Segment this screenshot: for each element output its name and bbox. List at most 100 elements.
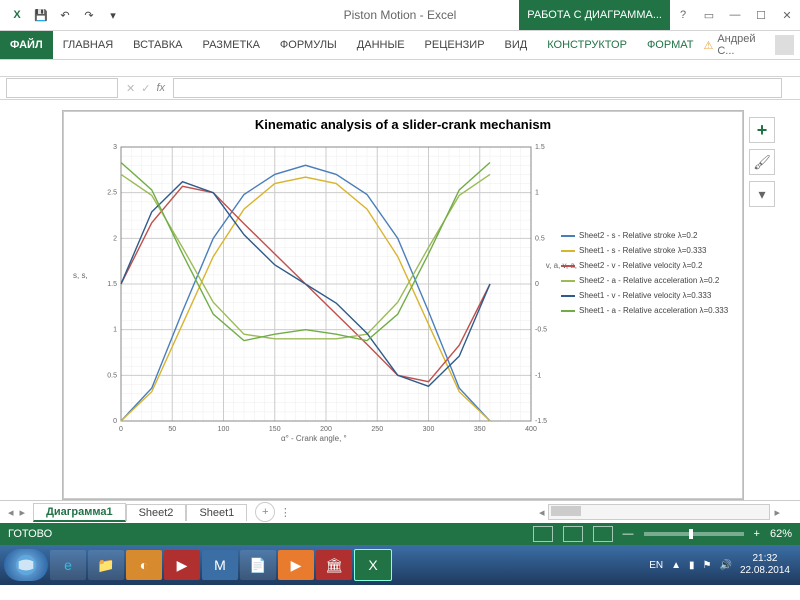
redo-button[interactable]: ↷ (78, 4, 100, 26)
view-page-break-button[interactable] (593, 526, 613, 542)
svg-text:350: 350 (474, 426, 486, 433)
tab-view[interactable]: ВИД (495, 31, 538, 59)
window-title: Piston Motion - Excel (344, 8, 457, 22)
tray-network-icon[interactable]: ▮ (689, 560, 695, 571)
tray-action-icon[interactable]: ⚑ (703, 560, 712, 571)
chart-elements-button[interactable]: + (749, 117, 775, 143)
formula-input[interactable] (173, 78, 782, 98)
svg-text:1.5: 1.5 (535, 144, 545, 151)
chart-legend[interactable]: Sheet2 - s - Relative stroke λ=0.2 Sheet1… (551, 141, 741, 471)
svg-text:-0.5: -0.5 (535, 327, 547, 334)
taskbar-app-icon[interactable]: 🏛 (316, 550, 352, 580)
excel-icon: X (6, 4, 28, 26)
svg-text:300: 300 (423, 426, 435, 433)
ribbon-collapsed (0, 60, 800, 77)
legend-item[interactable]: Sheet1 - s - Relative stroke λ=0.333 (561, 246, 741, 255)
sheet-tab-active[interactable]: Диаграмма1 (33, 503, 126, 522)
legend-label: Sheet2 - a - Relative acceleration λ=0.2 (579, 276, 719, 285)
tab-nav-next[interactable]: ▸ (20, 506, 26, 519)
tab-review[interactable]: РЕЦЕНЗИР (415, 31, 495, 59)
maximize-button[interactable]: ☐ (748, 4, 774, 26)
zoom-slider[interactable] (644, 532, 744, 536)
windows-taskbar: e 📁 ◐ ▶ M 📄 ▶ 🏛 X EN ▲ ▮ ⚑ 🔊 21:32 22.08… (0, 545, 800, 585)
legend-item[interactable]: Sheet2 - v - Relative velocity λ=0.2 (561, 261, 741, 270)
worksheet-area: Kinematic analysis of a slider-crank mec… (0, 100, 800, 500)
accept-formula-icon: ✓ (141, 82, 150, 95)
legend-label: Sheet1 - v - Relative velocity λ=0.333 (579, 291, 711, 300)
save-button[interactable]: 💾 (30, 4, 52, 26)
taskbar-app-icon[interactable]: ◐ (126, 550, 162, 580)
svg-text:0: 0 (119, 426, 123, 433)
new-sheet-button[interactable]: + (255, 502, 275, 522)
chart-object[interactable]: Kinematic analysis of a slider-crank mec… (62, 110, 744, 500)
legend-item[interactable]: Sheet2 - s - Relative stroke λ=0.2 (561, 231, 741, 240)
sheet-tab[interactable]: Sheet1 (186, 504, 247, 521)
taskbar-app-icon[interactable]: 📄 (240, 550, 276, 580)
sheet-tab[interactable]: Sheet2 (126, 504, 187, 521)
legend-label: Sheet2 - s - Relative stroke λ=0.2 (579, 231, 698, 240)
status-ready: ГОТОВО (8, 528, 52, 540)
chart-filters-button[interactable]: ▾ (749, 181, 775, 207)
svg-text:0.5: 0.5 (107, 372, 117, 379)
user-avatar-icon (775, 35, 794, 55)
tab-file[interactable]: ФАЙЛ (0, 31, 53, 59)
legend-swatch (561, 235, 575, 237)
taskbar-excel-icon[interactable]: X (354, 549, 392, 581)
horizontal-scrollbar[interactable]: ◂ ▸ (295, 504, 800, 520)
tray-lang[interactable]: EN (649, 560, 663, 571)
sheet-tab-bar: ◂ ▸ Диаграмма1 Sheet2 Sheet1 + ⋮ ◂ ▸ (0, 500, 800, 523)
view-page-layout-button[interactable] (563, 526, 583, 542)
tray-flag-icon[interactable]: ▲ (671, 560, 681, 571)
tab-format[interactable]: ФОРМАТ (637, 31, 704, 59)
legend-label: Sheet1 - a - Relative acceleration λ=0.3… (579, 306, 728, 315)
formula-bar: ✕ ✓ fx (0, 77, 800, 100)
start-button[interactable] (4, 549, 48, 581)
legend-item[interactable]: Sheet1 - a - Relative acceleration λ=0.3… (561, 306, 741, 315)
cancel-formula-icon: ✕ (126, 82, 135, 95)
svg-text:100: 100 (218, 426, 230, 433)
close-button[interactable]: ✕ (774, 4, 800, 26)
legend-item[interactable]: Sheet2 - a - Relative acceleration λ=0.2 (561, 276, 741, 285)
chart-styles-button[interactable]: 🖌 (749, 149, 775, 175)
zoom-out-button[interactable]: — (623, 528, 634, 540)
undo-button[interactable]: ↶ (54, 4, 76, 26)
legend-swatch (561, 280, 575, 282)
taskbar-explorer-icon[interactable]: 📁 (88, 550, 124, 580)
taskbar-app-icon[interactable]: ▶ (164, 550, 200, 580)
tab-design[interactable]: КОНСТРУКТОР (537, 31, 637, 59)
tab-nav-prev[interactable]: ◂ (8, 506, 14, 519)
tab-data[interactable]: ДАННЫЕ (347, 31, 415, 59)
tab-insert[interactable]: ВСТАВКА (123, 31, 192, 59)
user-account[interactable]: ⚠ Андрей С... (703, 31, 800, 59)
tab-home[interactable]: ГЛАВНАЯ (53, 31, 123, 59)
taskbar-app-icon[interactable]: ▶ (278, 550, 314, 580)
zoom-in-button[interactable]: + (754, 528, 760, 540)
zoom-level[interactable]: 62% (770, 528, 792, 540)
svg-text:1: 1 (535, 190, 539, 197)
svg-text:1.5: 1.5 (107, 281, 117, 288)
tab-formulas[interactable]: ФОРМУЛЫ (270, 31, 347, 59)
help-button[interactable]: ? (670, 4, 696, 26)
name-box[interactable] (6, 78, 118, 98)
legend-label: Sheet1 - s - Relative stroke λ=0.333 (579, 246, 706, 255)
legend-item[interactable]: Sheet1 - v - Relative velocity λ=0.333 (561, 291, 741, 300)
chart-title[interactable]: Kinematic analysis of a slider-crank mec… (63, 111, 743, 132)
chart-canvas: 05010015020025030035040000.511.522.53-1.… (101, 141, 551, 461)
fx-icon[interactable]: fx (156, 82, 165, 94)
x-axis-label: α° - Crank angle, ° (281, 434, 347, 443)
taskbar-app-icon[interactable]: M (202, 550, 238, 580)
view-normal-button[interactable] (533, 526, 553, 542)
tray-clock[interactable]: 21:32 22.08.2014 (740, 553, 790, 577)
svg-text:0: 0 (535, 281, 539, 288)
legend-label: Sheet2 - v - Relative velocity λ=0.2 (579, 261, 702, 270)
legend-swatch (561, 295, 575, 297)
chart-plot-area[interactable]: 05010015020025030035040000.511.522.53-1.… (101, 141, 551, 441)
ribbon-options-button[interactable]: ▭ (696, 4, 722, 26)
qat-dropdown[interactable]: ▾ (102, 4, 124, 26)
tray-volume-icon[interactable]: 🔊 (719, 560, 731, 571)
user-name: Андрей С... (717, 33, 771, 57)
svg-text:0: 0 (113, 418, 117, 425)
tab-layout[interactable]: РАЗМЕТКА (192, 31, 269, 59)
minimize-button[interactable]: — (722, 4, 748, 26)
taskbar-ie-icon[interactable]: e (50, 550, 86, 580)
